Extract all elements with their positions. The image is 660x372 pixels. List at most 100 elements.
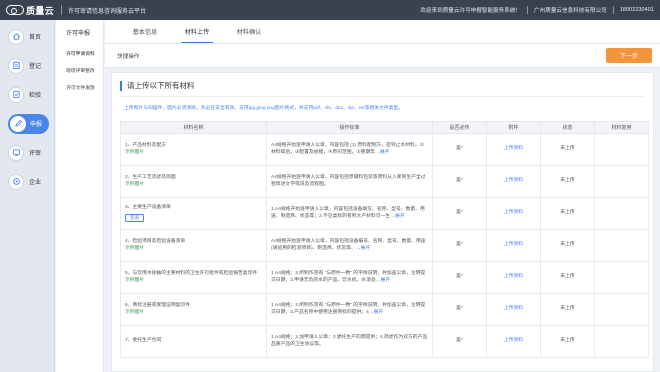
upload-link[interactable]: 上传资料: [486, 293, 541, 326]
material-name: 1、产品材料及配方: [125, 142, 167, 148]
standard-cell: A4规格开始逐申请人公章，内容包括 (1) 原料配制方，密到止水材料，②材料碎后…: [266, 133, 433, 166]
sidebar-item-inspect[interactable]: 检验: [0, 80, 54, 109]
upload-link[interactable]: 上传资料: [486, 133, 541, 166]
standard-cell: 1.A4规格；2.所制作须有 "与原件一致" 的字样说明，并加盖公章，注明提交日…: [266, 261, 433, 294]
required-star-icon: *: [460, 242, 463, 248]
expand-link[interactable]: 展开: [395, 214, 405, 219]
standard-cell: A4规格开始逐申请人公章，内容包括原辅料包装等原料从入库到生产全过程简述文学或说…: [266, 165, 433, 198]
sidebar: 首页 登记 检验 申报 评审 企业: [0, 20, 55, 372]
table-header-row: 材料名称 操作标准 是否必传 附件 状态 材料复用: [120, 121, 649, 134]
example-image-link[interactable]: 示例图片: [125, 150, 262, 157]
material-reuse-cell[interactable]: [594, 165, 649, 198]
sidebar-item-declare[interactable]: 申报: [0, 109, 54, 138]
home-icon: [8, 28, 24, 45]
table-row: 3、主要生产设备清单 空表 1.A4规格开始逐申请人公章，内容包括设备填写、名称、型…: [120, 197, 649, 230]
sidebar-item-enterprise[interactable]: 企业: [0, 167, 54, 196]
table-row: 4、检验项目及检验设备清单示例图片 A4规格开始逐申请人公章，内容包括设备编号、名…: [120, 229, 649, 262]
material-reuse-cell[interactable]: [594, 229, 649, 262]
next-step-button[interactable]: 下一步: [606, 48, 652, 63]
sidebar-item-review[interactable]: 评审: [0, 138, 54, 167]
material-reuse-cell[interactable]: [594, 261, 649, 294]
upload-status: 未上传: [540, 165, 595, 198]
logo[interactable]: 质量云: [0, 4, 55, 17]
enterprise-icon: [8, 173, 24, 190]
upload-status: 未上传: [540, 133, 595, 166]
upload-status: 未上传: [540, 229, 595, 262]
expand-link[interactable]: 展开: [381, 278, 391, 283]
standard-text: A4规格开始逐申请人公章，内容包括设备编号、名称、型号、数量、用途(请验用的检测…: [271, 239, 426, 251]
upload-status: 未上传: [540, 293, 595, 326]
upload-link[interactable]: 上传资料: [486, 197, 541, 230]
expand-link[interactable]: 展开: [361, 246, 371, 251]
expand-link[interactable]: 展开: [374, 310, 384, 315]
upload-hint: 上传照片与扫描件，图片必须清晰，务必在安全有效、支持jpg.jpeg.png图片…: [124, 106, 404, 111]
cloud-logo-icon: [6, 5, 24, 15]
divider: [120, 96, 645, 97]
tab-material-confirm[interactable]: 材料确认: [223, 27, 275, 43]
company-name[interactable]: 广州质量云信息科技有限公司: [534, 6, 607, 14]
expand-link[interactable]: 展开: [380, 150, 390, 155]
column-header: 操作标准: [266, 121, 433, 134]
subnav-item-onsite-review[interactable]: 现场评审整改: [56, 62, 103, 79]
column-header: 是否必传: [432, 121, 487, 134]
material-name-cell: 1、产品材料及配方示例图片: [120, 133, 267, 166]
action-bar: 快捷操作 下一步: [105, 44, 660, 68]
standard-text: 1.A4规格；2.加申请人公章；3.委托生产的需提供；4.简述作为双方的产品品质…: [271, 335, 428, 347]
table-row: 7、委托生产合同 1.A4规格；2.加申请人公章；3.委托生产的需提供；4.简述作…: [120, 325, 649, 358]
upload-link[interactable]: 上传资料: [486, 229, 541, 262]
upload-status: 未上传: [540, 197, 595, 230]
quick-actions-label: 快捷操作: [117, 53, 140, 60]
upload-card: 请上传以下所有材料 上传照片与扫描件，图片必须清晰，务必在安全有效、支持jpg.…: [111, 72, 654, 372]
example-image-link[interactable]: 示例图片: [125, 182, 262, 189]
material-reuse-cell[interactable]: [594, 197, 649, 230]
subnav-title: 许可申报: [66, 31, 91, 37]
sidebar-item-register[interactable]: 登记: [0, 51, 54, 80]
example-image-link[interactable]: 示例图片: [125, 310, 262, 317]
material-reuse-cell[interactable]: [594, 325, 649, 358]
column-header: 材料复用: [594, 121, 649, 134]
standard-cell: 1.A4规格开始逐申请人公章，内容包括设备填写、名称、型号、数量、用途、制造商、…: [266, 197, 433, 230]
material-name: 5、与饮用水接触的主要材料的卫生许可批件或检验报告复印件: [125, 270, 258, 276]
material-name: 2、生产工艺流述及简图: [125, 174, 176, 180]
review-icon: [8, 144, 24, 161]
required-star-icon: *: [460, 338, 463, 344]
blank-form-button[interactable]: 空表: [125, 213, 145, 222]
upload-link[interactable]: 上传资料: [486, 165, 541, 198]
upload-status: 未上传: [540, 325, 595, 358]
top-bar: 质量云 许可审请信息咨询服务云平台 欢迎来到质量云许可申报智能服务系统！ 广州质…: [0, 0, 660, 20]
required-cell: 是*: [432, 133, 487, 166]
material-name-cell: 3、主要生产设备清单空表: [120, 197, 267, 230]
material-reuse-cell[interactable]: [594, 293, 649, 326]
sidebar-item-home[interactable]: 首页: [0, 22, 54, 51]
table-row: 1、产品材料及配方示例图片 A4规格开始逐申请人公章，内容包括 (1) 原料配制方…: [120, 133, 649, 166]
standard-cell: 1.A4规格；2.加申请人公章；3.委托生产的需提供；4.简述作为双方的产品品质…: [266, 325, 433, 358]
standard-text: A4规格开始逐申请人公章，内容包括 (1) 原料配制方，密到止水材料，②材料碎后…: [271, 143, 425, 155]
tab-material-upload[interactable]: 材料上传: [171, 27, 223, 43]
material-reuse-cell[interactable]: [594, 133, 649, 166]
table-row: 6、商标注册或受理证明复印件 示例图片 1.A4规格；2.所制作须有 "与原件一致"…: [120, 293, 649, 326]
example-image-link[interactable]: 示例图片: [125, 246, 262, 253]
material-name: 7、委托生产合同: [125, 338, 162, 344]
material-name-cell: 4、检验项目及检验设备清单示例图片: [120, 229, 267, 262]
standard-text: 1.A4规格；2.所制作须有 "与原件一致" 的字样说明，并加盖公章，注明提交日…: [271, 271, 426, 283]
column-header: 材料名称: [120, 121, 267, 134]
upload-link[interactable]: 上传资料: [486, 325, 541, 358]
tab-basic-info[interactable]: 基本信息: [119, 27, 171, 43]
materials-table: 材料名称 操作标准 是否必传 附件 状态 材料复用 1、产品材料及配方 示例图片 A…: [120, 121, 649, 358]
subnav-item-application-materials[interactable]: 许可申请资料: [56, 45, 103, 62]
material-name-cell: 6、商标注册或受理证明复印件示例图片: [120, 293, 267, 326]
active-pill: 申报: [8, 113, 50, 134]
example-image-link[interactable]: 示例图片: [125, 278, 262, 285]
inspect-icon: [8, 86, 24, 103]
required-cell: 是*: [432, 325, 487, 358]
sidebar-item-label: 登记: [29, 64, 42, 70]
main-content: 基本信息 材料上传 材料确认 快捷操作 下一步 请上传以下所有材料 上传照片与扫…: [105, 20, 660, 372]
material-name: 6、商标注册或受理证明复印件: [125, 302, 191, 308]
material-name: 3、主要生产设备清单: [125, 205, 171, 210]
sidebar-item-label: 申报: [30, 122, 43, 128]
upload-link[interactable]: 上传资料: [486, 261, 541, 294]
material-name-cell: 7、委托生产合同: [120, 325, 267, 358]
material-name: 4、检验项目及检验设备清单: [125, 238, 186, 244]
phone-number: 18002230401: [619, 7, 654, 13]
subnav-item-license-issuance[interactable]: 许可文件发放: [56, 79, 103, 96]
